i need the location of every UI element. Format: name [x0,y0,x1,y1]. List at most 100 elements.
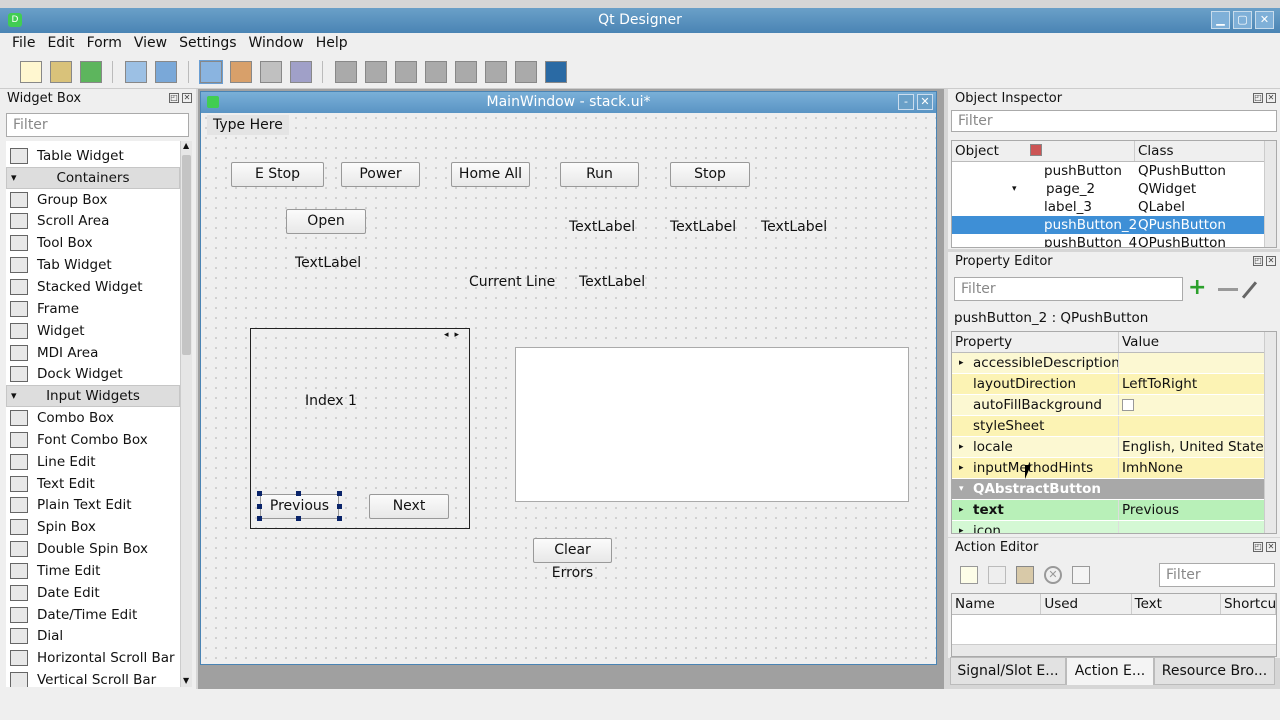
close-icon[interactable]: ✕ [1266,256,1276,266]
save-icon[interactable] [80,61,102,83]
widget-box-item[interactable]: Widget [6,320,180,342]
next-button[interactable]: Next [369,494,449,519]
selection-handle[interactable] [337,504,342,509]
column-class[interactable]: Class [1135,141,1265,161]
property-row[interactable]: autoFillBackground [952,395,1276,416]
widget-category[interactable]: Containers [6,166,180,189]
column-object[interactable]: Object [952,141,1135,161]
property-row[interactable]: ▸ icon [952,521,1276,533]
type-here-menu[interactable]: Type Here [207,115,289,135]
scroll-down-icon[interactable]: ▼ [183,676,189,685]
widget-box-item[interactable]: Scroll Area [6,211,180,233]
object-inspector-filter-input[interactable]: Filter [951,110,1277,132]
menu-form[interactable]: Form [81,33,128,55]
configure-wrench-icon[interactable] [1241,281,1258,299]
form-canvas[interactable]: Type Here E Stop Power Home All Run Stop… [201,113,936,664]
selection-handle[interactable] [337,491,342,496]
column-value[interactable]: Value [1119,332,1265,352]
copy-action-icon[interactable] [988,566,1006,584]
float-icon[interactable]: ◰ [1253,256,1263,266]
layout-grid-icon[interactable] [455,61,477,83]
index-label[interactable]: Index 1 [305,393,357,409]
add-dynamic-property-icon[interactable]: + [1188,277,1206,299]
property-value[interactable]: ImhNone [1119,458,1267,478]
float-icon[interactable]: ◰ [169,93,179,103]
new-action-icon[interactable] [960,566,978,584]
widget-box-item[interactable]: Group Box [6,189,180,211]
expand-arrow-icon[interactable]: ▸ [959,500,964,520]
column-shortcut[interactable]: Shortcu [1221,594,1276,614]
widget-box-item[interactable]: Combo Box [6,407,180,429]
object-tree-row[interactable]: label_3 QLabel [952,198,1276,216]
float-icon[interactable]: ◰ [1253,542,1263,552]
column-name[interactable]: Name [952,594,1042,614]
form-window[interactable]: MainWindow - stack.ui* - ✕ Type Here E St… [200,91,937,665]
home-all-button[interactable]: Home All [451,162,530,187]
property-table-scrollbar[interactable] [1264,332,1276,533]
object-tree-row[interactable]: pushButton_2 QPushButton [952,216,1276,234]
autofill-checkbox[interactable] [1122,399,1134,411]
expand-arrow-icon[interactable]: ▾ [959,479,964,499]
property-value[interactable] [1119,353,1267,373]
widget-box-item[interactable]: Spin Box [6,516,180,538]
widget-box-item[interactable]: MDI Area [6,342,180,364]
widget-box-item[interactable]: Time Edit [6,560,180,582]
expand-arrow-icon[interactable]: ▸ [959,458,964,478]
expand-arrow-icon[interactable]: ▸ [959,353,964,373]
menu-file[interactable]: File [6,33,41,55]
stacked-widget[interactable]: ◂▸ Index 1 Previous Next [250,328,470,529]
new-form-icon[interactable] [20,61,42,83]
property-value[interactable]: LeftToRight [1119,374,1267,394]
form-close-button[interactable]: ✕ [917,94,933,110]
stack-page-arrows-icon[interactable]: ◂▸ [444,330,465,340]
power-button[interactable]: Power [341,162,420,187]
tab-action-editor[interactable]: Action E... [1066,657,1154,685]
object-tree-row[interactable]: ▾ page_2 QWidget [952,144,1276,198]
selection-handle[interactable] [296,516,301,521]
widget-box-item[interactable]: Stacked Widget [6,276,180,298]
widget-box-scrollbar[interactable]: ▲ ▼ [180,141,192,687]
widget-box-item[interactable]: Tab Widget [6,254,180,276]
action-table-hscrollbar[interactable] [952,644,1276,656]
selection-handle[interactable] [257,504,262,509]
break-layout-icon[interactable] [515,61,537,83]
selection-handle[interactable] [296,491,301,496]
widget-box-item[interactable]: Vertical Scroll Bar [6,669,180,687]
maximize-button[interactable]: ▢ [1233,11,1252,29]
property-value[interactable] [1119,416,1267,436]
text-label-3[interactable]: TextLabel [761,219,827,235]
widget-box-item[interactable]: Date Edit [6,582,180,604]
paste-action-icon[interactable] [1016,566,1034,584]
edit-signals-icon[interactable] [230,61,252,83]
text-edit-area[interactable] [515,347,909,502]
object-tree-row[interactable]: pushButton_4 QPushButton [952,234,1276,247]
object-tree-scrollbar[interactable] [1264,141,1276,247]
stop-button[interactable]: Stop [670,162,750,187]
property-row[interactable]: ▸ text Previous [952,500,1276,521]
tab-resource-browser[interactable]: Resource Bro... [1154,657,1275,685]
layout-horizontal-icon[interactable] [335,61,357,83]
widget-category[interactable]: Input Widgets [6,385,180,408]
widget-box-item[interactable]: Horizontal Scroll Bar [6,647,180,669]
layout-v-splitter-icon[interactable] [425,61,447,83]
run-button[interactable]: Run [560,162,639,187]
selection-handle[interactable] [337,516,342,521]
property-row[interactable]: ▾ QAbstractButton [952,479,1276,500]
close-icon[interactable]: ✕ [1266,542,1276,552]
column-property[interactable]: Property [952,332,1119,352]
widget-box-item[interactable]: Line Edit [6,451,180,473]
current-line-label[interactable]: Current Line [469,274,555,290]
menu-edit[interactable]: Edit [41,33,80,55]
text-label-current-line[interactable]: TextLabel [579,274,645,290]
menu-view[interactable]: View [128,33,173,55]
close-icon[interactable]: ✕ [1266,93,1276,103]
widget-box-item[interactable]: Tool Box [6,232,180,254]
property-value[interactable]: English, United States [1119,437,1267,457]
property-row[interactable]: layoutDirection LeftToRight [952,374,1276,395]
edit-buddies-icon[interactable] [260,61,282,83]
selection-handle[interactable] [257,516,262,521]
action-editor-filter-input[interactable]: Filter [1159,563,1275,587]
open-icon[interactable] [50,61,72,83]
text-label-2[interactable]: TextLabel [670,219,736,235]
scrollbar-thumb[interactable] [182,155,191,355]
